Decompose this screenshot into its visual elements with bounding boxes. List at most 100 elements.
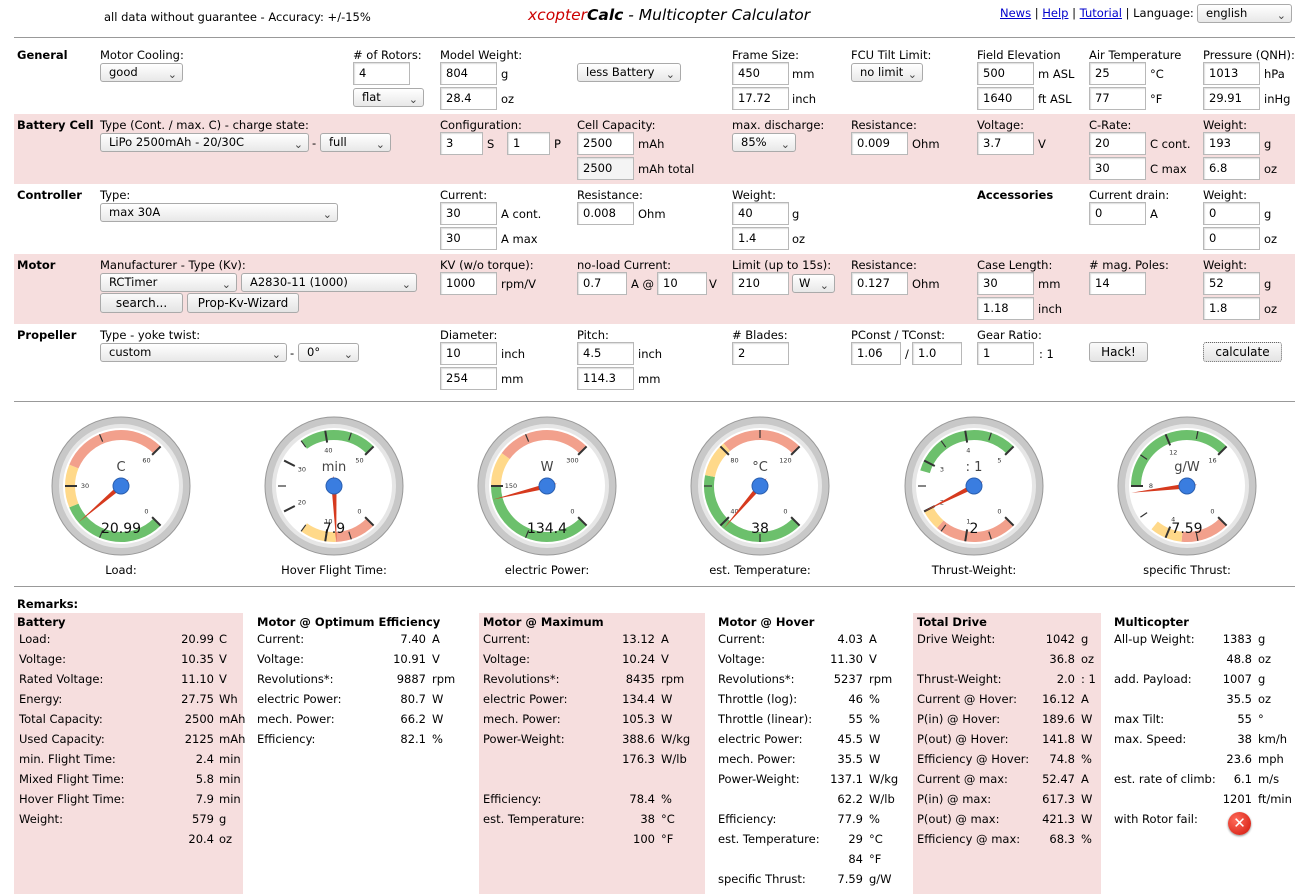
remarks-unit: A (661, 632, 669, 646)
rotors-input[interactable]: 4 (353, 62, 410, 85)
elevation-ft-input[interactable]: 1640 (977, 87, 1034, 110)
model-weight-oz-input[interactable]: 28.4 (440, 87, 497, 110)
unit-label: A max (501, 232, 538, 246)
cells-s-input[interactable]: 3 (440, 132, 483, 155)
max-discharge-select[interactable]: 85% ⌄ (732, 133, 796, 152)
case-mm-input[interactable]: 30 (977, 272, 1034, 295)
gauge-label: electric Power: (504, 563, 590, 577)
remarks-value: 52.47 (1042, 772, 1075, 786)
controller-max-input[interactable]: 30 (440, 227, 497, 250)
battery-weight-oz-input[interactable]: 6.8 (1203, 157, 1260, 180)
voltage-input[interactable]: 3.7 (977, 132, 1034, 155)
pitch-mm-input[interactable]: 114.3 (577, 367, 634, 390)
calculate-button[interactable]: calculate (1203, 342, 1282, 362)
prop-kv-wizard-button[interactable]: Prop-Kv-Wizard (187, 293, 299, 313)
model-weight-g-input[interactable]: 804 (440, 62, 497, 85)
motor-weight-oz-input[interactable]: 1.8 (1203, 297, 1260, 320)
c-cont-input[interactable]: 20 (1089, 132, 1146, 155)
c-max-input[interactable]: 30 (1089, 157, 1146, 180)
acc-weight-oz-input[interactable]: 0 (1203, 227, 1260, 250)
remarks-unit: min (219, 772, 241, 786)
remarks-value: 10.35 (181, 652, 214, 666)
controller-weight-oz-input[interactable]: 1.4 (732, 227, 789, 250)
battery-resistance-input[interactable]: 0.009 (851, 132, 908, 155)
manufacturer-select[interactable]: RCTimer ⌄ (100, 273, 237, 292)
remarks-unit: W (1081, 792, 1093, 806)
charge-state-select[interactable]: full ⌄ (320, 133, 391, 152)
poles-input[interactable]: 14 (1089, 272, 1146, 295)
remarks-unit: W (1081, 812, 1093, 826)
blades-input[interactable]: 2 (732, 342, 789, 365)
air-temp-c-input[interactable]: 25 (1089, 62, 1146, 85)
remarks-unit: W (432, 692, 444, 706)
tutorial-link[interactable]: Tutorial (1080, 6, 1122, 20)
capacity-input[interactable]: 2500 (577, 132, 634, 155)
remarks-title: Remarks: (17, 597, 79, 611)
limit-input[interactable]: 210 (732, 272, 789, 295)
remarks-value: 35.5 (1226, 692, 1252, 706)
yoke-twist-select[interactable]: 0° ⌄ (298, 343, 359, 362)
frame-size-inch-input[interactable]: 17.72 (732, 87, 789, 110)
cells-p-input[interactable]: 1 (507, 132, 550, 155)
remarks-value: 80.7 (400, 692, 426, 706)
diameter-mm-input[interactable]: 254 (440, 367, 497, 390)
remarks-unit: Wh (219, 692, 238, 706)
language-select[interactable]: english ⌄ (1197, 4, 1292, 23)
config-label: Configuration: (440, 118, 522, 132)
limit-unit-select[interactable]: W ⌄ (792, 274, 835, 293)
motor-type-select[interactable]: A2830-11 (1000) ⌄ (241, 273, 417, 292)
battery-type-select[interactable]: LiPo 2500mAh - 20/30C ⌄ (100, 133, 309, 152)
case-inch-input[interactable]: 1.18 (977, 297, 1034, 320)
kv-input[interactable]: 1000 (440, 272, 497, 295)
gauge-unit: °C (752, 460, 768, 475)
remarks-label: P(in) @ max: (917, 792, 992, 806)
pconst-input[interactable]: 1.06 (851, 342, 901, 365)
pressure-hpa-input[interactable]: 1013 (1203, 62, 1260, 85)
drain-input[interactable]: 0 (1089, 202, 1146, 225)
remarks-label: min. Flight Time: (19, 752, 116, 766)
help-link[interactable]: Help (1042, 6, 1068, 20)
motor-cooling-select[interactable]: good ⌄ (100, 63, 183, 82)
remarks-value: 4.03 (837, 632, 863, 646)
remarks-unit: % (1081, 752, 1092, 766)
remarks-label: add. Payload: (1114, 672, 1192, 686)
pitch-inch-input[interactable]: 4.5 (577, 342, 634, 365)
model-weight-label: Model Weight: (440, 48, 523, 62)
diameter-inch-input[interactable]: 10 (440, 342, 497, 365)
acc-weight-g-input[interactable]: 0 (1203, 202, 1260, 225)
gauge-tick-label: 0 (357, 507, 361, 515)
gauge-tick-label: 5 (997, 457, 1001, 465)
remarks-multi: Multicopter All-up Weight: 1383 g 48.8 oz add.… (1111, 613, 1292, 894)
remarks-unit: mAh (219, 712, 246, 726)
frame-type-select[interactable]: flat ⌄ (353, 88, 424, 107)
remarks-value: 100 (633, 832, 655, 846)
controller-weight-g-input[interactable]: 40 (732, 202, 789, 225)
remarks-value: 5.8 (195, 772, 214, 786)
elevation-m-input[interactable]: 500 (977, 62, 1034, 85)
remarks-label: Current: (718, 632, 766, 646)
search-button[interactable]: search... (100, 293, 183, 313)
frame-size-mm-input[interactable]: 450 (732, 62, 789, 85)
unit-label: inch (638, 347, 663, 361)
remarks-unit: V (661, 652, 669, 666)
controller-type-select[interactable]: max 30A ⌄ (100, 203, 338, 222)
motor-weight-g-input[interactable]: 52 (1203, 272, 1260, 295)
noload-current-input[interactable]: 0.7 (577, 272, 627, 295)
controller-cont-input[interactable]: 30 (440, 202, 497, 225)
fcu-select[interactable]: no limit ⌄ (851, 63, 923, 82)
unit-label: m ASL (1038, 67, 1075, 81)
tconst-input[interactable]: 1.0 (912, 342, 962, 365)
pressure-inhg-input[interactable]: 29.91 (1203, 87, 1260, 110)
gear-input[interactable]: 1 (977, 342, 1034, 365)
news-link[interactable]: News (1000, 6, 1031, 20)
battery-mode-select[interactable]: less Battery ⌄ (577, 63, 681, 82)
noload-voltage-input[interactable]: 10 (657, 272, 707, 295)
air-temp-f-input[interactable]: 77 (1089, 87, 1146, 110)
gauge-value: 20.99 (101, 521, 141, 537)
motor-res-input[interactable]: 0.127 (851, 272, 908, 295)
remarks-unit: oz (219, 832, 233, 846)
hack-button[interactable]: Hack! (1089, 342, 1148, 362)
controller-res-input[interactable]: 0.008 (577, 202, 634, 225)
prop-type-select[interactable]: custom ⌄ (100, 343, 287, 362)
battery-weight-g-input[interactable]: 193 (1203, 132, 1260, 155)
